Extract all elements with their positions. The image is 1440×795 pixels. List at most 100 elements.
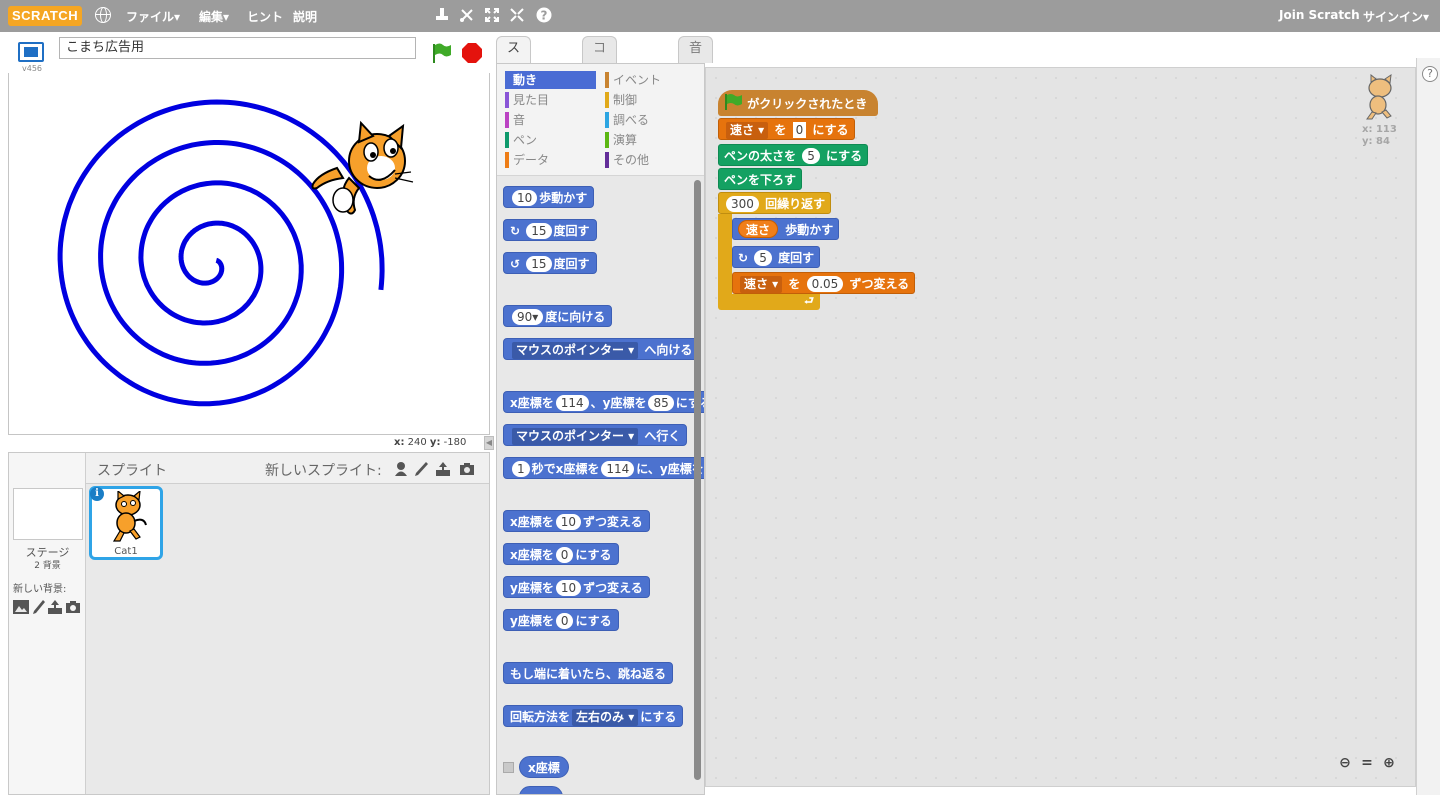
grow-icon[interactable] (484, 7, 500, 23)
set-variable-block[interactable]: 速さ ▾ を 0 にする (718, 118, 855, 140)
block-set-rotation-style[interactable]: 回転方法を 左右のみ ▾ にする (503, 705, 684, 727)
sprite-thumbnail-cat1[interactable]: i Cat1 (89, 486, 163, 560)
turn-left-icon: ↺ (510, 257, 521, 271)
mouse-y-label: y: (429, 437, 441, 448)
category-sensing[interactable]: 調べる (605, 111, 696, 129)
category-control-label: 制御 (613, 93, 638, 107)
stage-thumbnail[interactable] (13, 488, 83, 540)
sprite-position-readout: x: 113 y: 84 (1362, 124, 1397, 147)
category-sensing-label: 調べる (613, 113, 650, 127)
change-variable-block[interactable]: 速さ ▾ を 0.05 ずつ変える (732, 272, 916, 294)
block-turn-right[interactable]: ↻ 15 度回す (503, 219, 597, 241)
green-flag-icon[interactable] (430, 42, 452, 64)
category-pen-label: ペン (513, 133, 538, 147)
tab-sounds[interactable]: 音 (678, 36, 714, 63)
block-goto-xy[interactable]: x座標を114、y座標を85にする (503, 391, 704, 413)
help-icon[interactable]: ? (536, 7, 552, 23)
category-sound[interactable]: 音 (505, 111, 596, 129)
new-backdrop-label: 新しい背景: (13, 584, 67, 595)
signin-menu[interactable]: サインイン▾ (1363, 8, 1429, 25)
category-motion[interactable]: 動き (505, 71, 596, 89)
block-set-x[interactable]: x座標を 0 にする (503, 543, 619, 565)
reporter-x-position[interactable]: x座標 (519, 756, 569, 778)
scratch-logo[interactable]: SCRATCH (8, 6, 83, 26)
category-data[interactable]: データ (505, 151, 596, 169)
shrink-icon[interactable] (509, 7, 525, 23)
set-pen-size-block[interactable]: ペンの太さを 5 にする (718, 144, 869, 166)
block-set-y[interactable]: y座標を 0 にする (503, 609, 619, 631)
category-pen[interactable]: ペン (505, 131, 596, 149)
zoom-reset-icon[interactable]: = (1358, 754, 1376, 772)
stamp-icon[interactable] (434, 7, 450, 23)
backdrop-library-icon[interactable] (13, 600, 29, 614)
paint-brush-icon[interactable] (413, 461, 429, 477)
pen-down-block[interactable]: ペンを下ろす (718, 168, 803, 190)
project-title-input[interactable]: こまち広告用 (59, 37, 416, 59)
category-looks[interactable]: 見た目 (505, 91, 596, 109)
script-area[interactable]: がクリックされたとき 速さ ▾ を 0 にする ペンの太さを 5 にする ペンを… (705, 67, 1416, 787)
repeat-block[interactable]: 300 回繰り返す (718, 192, 832, 214)
block-turn-left[interactable]: ↺ 15 度回す (503, 252, 597, 274)
camera-icon[interactable] (459, 461, 475, 477)
camera-backdrop-icon[interactable] (65, 600, 81, 614)
info-icon[interactable]: i (90, 487, 104, 501)
block-goto[interactable]: マウスのポインター ▾ へ行く (503, 424, 688, 446)
tab-scripts[interactable]: スクリプト (496, 36, 532, 152)
cat-thumbnail-icon (112, 491, 147, 542)
block-categories: 動き 見た目 音 ペン データ イベント 制御 調べる 演算 その他 (497, 64, 704, 176)
sprite-library-icon[interactable] (393, 461, 409, 477)
join-scratch-link[interactable]: Join Scratch (1279, 8, 1360, 22)
repeat-block-arm (718, 214, 732, 296)
block-bounce-on-edge[interactable]: もし端に着いたら、跳ね返る (503, 662, 674, 684)
when-flag-clicked-block[interactable]: がクリックされたとき (718, 90, 878, 116)
mouse-x-label: x: (394, 437, 405, 448)
category-operators[interactable]: 演算 (605, 131, 696, 149)
sprite-x-value: 113 (1375, 124, 1397, 135)
palette-blocks: 10 歩動かす ↻ 15 度回す ↺ 15 度回す 90▾ 度に向ける マウスのポインタ… (497, 176, 704, 794)
upload-icon[interactable] (435, 461, 451, 477)
block-point-in-direction[interactable]: 90▾ 度に向ける (503, 305, 613, 327)
sprite-name: Cat1 (114, 546, 138, 557)
mouse-y-value: -180 (443, 437, 467, 448)
upload-backdrop-icon[interactable] (47, 600, 63, 614)
repeat-block-footer: ⮐ (718, 294, 820, 310)
turn-right-icon: ↻ (738, 251, 749, 265)
presentation-mode-button[interactable] (18, 42, 44, 64)
x-position-checkbox[interactable] (503, 762, 514, 773)
block-palette: 動き 見た目 音 ペン データ イベント 制御 調べる 演算 その他 10 歩動… (496, 63, 705, 795)
tab-costumes[interactable]: コスチューム (582, 36, 618, 176)
paint-backdrop-icon[interactable] (31, 600, 47, 614)
green-flag-icon (725, 94, 742, 110)
cat-sprite-on-stage[interactable] (299, 118, 419, 223)
block-change-y[interactable]: y座標を 10 ずつ変える (503, 576, 650, 598)
category-sound-label: 音 (513, 113, 526, 127)
palette-scrollbar[interactable] (694, 180, 701, 780)
block-glide[interactable]: 1 秒でx座標を 114 に、y座標を (503, 457, 704, 479)
zoom-out-icon[interactable]: ⊖ (1336, 754, 1354, 772)
zoom-in-icon[interactable]: ⊕ (1380, 754, 1398, 772)
mouse-coordinates: x: 240 y: -180 (394, 437, 466, 448)
stop-sign-icon[interactable] (461, 42, 483, 64)
help-button[interactable]: ? (1422, 66, 1438, 82)
sprite-y-value: 84 (1376, 136, 1390, 147)
language-globe-icon[interactable] (95, 7, 111, 23)
block-point-towards[interactable]: マウスのポインター ▾ へ向ける (503, 338, 700, 360)
block-change-x[interactable]: x座標を 10 ずつ変える (503, 510, 650, 532)
move-var-steps-block[interactable]: 速さ 歩動かす (732, 218, 840, 240)
about-menu[interactable]: 説明 (293, 8, 317, 25)
stage-collapse-handle[interactable]: ◀ (484, 436, 494, 450)
stage-canvas[interactable] (8, 73, 490, 435)
reporter-y-position[interactable] (519, 786, 563, 794)
category-events[interactable]: イベント (605, 71, 696, 89)
turn-degrees-block[interactable]: ↻ 5 度回す (732, 246, 821, 268)
category-more-blocks[interactable]: その他 (605, 151, 696, 169)
file-menu[interactable]: ファイル▾ (126, 8, 180, 25)
scissors-icon[interactable] (459, 7, 475, 23)
category-events-label: イベント (613, 73, 662, 87)
category-control[interactable]: 制御 (605, 91, 696, 109)
block-move-steps[interactable]: 10 歩動かす (503, 186, 595, 208)
edit-menu[interactable]: 編集▾ (199, 8, 229, 25)
tips-menu[interactable]: ヒント (247, 8, 283, 25)
sprite-pane-header: スプライト 新しいスプライト: (9, 453, 489, 484)
stage-selector[interactable]: ステージ 2 背景 新しい背景: (9, 484, 86, 794)
